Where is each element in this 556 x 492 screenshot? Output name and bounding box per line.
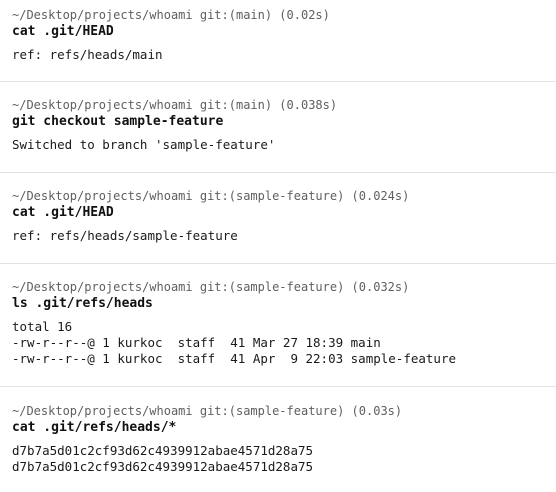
command-line: ls .git/refs/heads <box>12 296 153 311</box>
prompt-line: ~/Desktop/projects/whoami git:(sample-fe… <box>12 280 410 294</box>
command-block[interactable]: ~/Desktop/projects/whoami git:(sample-fe… <box>0 387 556 492</box>
prompt-line: ~/Desktop/projects/whoami git:(main) (0.… <box>12 98 338 112</box>
output-line: -rw-r--r--@ 1 kurkoc staff 41 Mar 27 18:… <box>12 335 381 350</box>
command-block[interactable]: ~/Desktop/projects/whoami git:(main) (0.… <box>0 82 556 173</box>
output-line: -rw-r--r--@ 1 kurkoc staff 41 Apr 9 22:0… <box>12 351 457 366</box>
command-line: cat .git/HEAD <box>12 24 114 39</box>
output-line: Switched to branch 'sample-feature' <box>12 137 276 152</box>
command-block[interactable]: ~/Desktop/projects/whoami git:(sample-fe… <box>0 264 556 387</box>
command-line: git checkout sample-feature <box>12 114 224 129</box>
output-line: total 16 <box>12 319 73 334</box>
output-line: d7b7a5d01c2cf93d62c4939912abae4571d28a75 <box>12 459 314 474</box>
command-block[interactable]: ~/Desktop/projects/whoami git:(sample-fe… <box>0 173 556 264</box>
command-line: cat .git/HEAD <box>12 205 114 220</box>
command-block[interactable]: ~/Desktop/projects/whoami git:(main) (0.… <box>0 0 556 82</box>
prompt-line: ~/Desktop/projects/whoami git:(sample-fe… <box>12 404 403 418</box>
output-line: ref: refs/heads/sample-feature <box>12 228 238 243</box>
output-line: ref: refs/heads/main <box>12 47 163 62</box>
command-line: cat .git/refs/heads/* <box>12 420 177 435</box>
prompt-line: ~/Desktop/projects/whoami git:(sample-fe… <box>12 189 410 203</box>
prompt-line: ~/Desktop/projects/whoami git:(main) (0.… <box>12 8 330 22</box>
terminal-window[interactable]: ~/Desktop/projects/whoami git:(main) (0.… <box>0 0 556 492</box>
output-line: d7b7a5d01c2cf93d62c4939912abae4571d28a75 <box>12 443 314 458</box>
